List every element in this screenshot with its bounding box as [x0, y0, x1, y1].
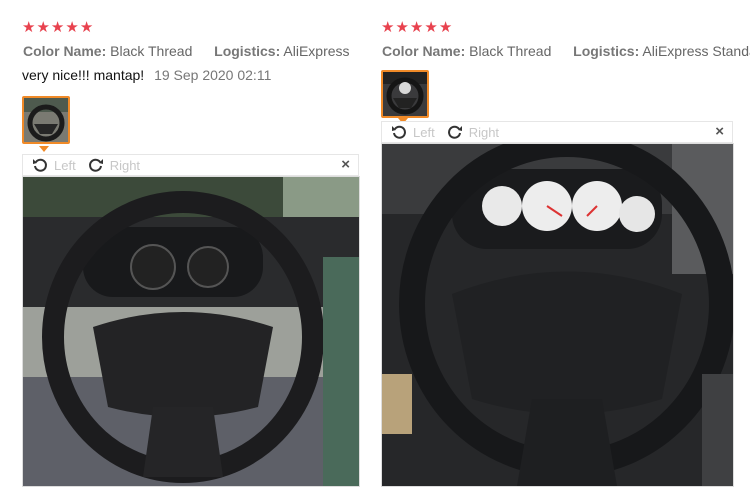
logistics-value: AliExpress	[283, 43, 350, 59]
image-viewer-toolbar: Left Right ×	[22, 154, 359, 176]
review-photo-large	[22, 176, 360, 487]
review-date: 19 Sep 2020 02:11	[154, 67, 272, 83]
rating-stars: ★ ★ ★ ★ ★	[381, 20, 452, 35]
review-photo-thumbnail[interactable]	[381, 70, 429, 118]
rotate-left-label: Left	[413, 124, 435, 140]
review-meta: Color Name: Black Thread Logistics: AliE…	[23, 43, 350, 59]
review-meta: Color Name: Black Thread Logistics: AliE…	[382, 43, 750, 59]
star-icon: ★	[36, 19, 50, 36]
review-photo-thumbnail[interactable]	[22, 96, 70, 144]
logistics-key: Logistics:	[573, 43, 640, 59]
rotate-left-label: Left	[54, 157, 76, 173]
star-icon: ★	[438, 19, 453, 36]
thumbnail-pointer	[39, 146, 49, 152]
star-icon: ★	[79, 19, 94, 36]
logistics-key: Logistics:	[214, 43, 281, 59]
rotate-right-icon	[447, 125, 462, 139]
logistics-value: AliExpress Standard	[642, 43, 750, 59]
star-icon: ★	[395, 19, 409, 36]
rotate-right-icon	[88, 158, 103, 172]
rotate-left-button[interactable]: Left	[391, 124, 435, 140]
rating-stars: ★ ★ ★ ★ ★	[22, 20, 93, 35]
color-name-value: Black Thread	[110, 43, 193, 59]
color-name-key: Color Name:	[23, 43, 107, 59]
star-icon: ★	[22, 19, 36, 36]
review-comment-row: very nice!!! mantap! 19 Sep 2020 02:11	[22, 67, 271, 83]
rotate-left-icon	[392, 125, 406, 139]
review-photo-large	[381, 143, 734, 487]
star-icon: ★	[65, 19, 79, 36]
rotate-right-label: Right	[109, 157, 141, 173]
review-comment: very nice!!! mantap!	[22, 67, 145, 83]
rotate-right-button[interactable]: Right	[447, 124, 499, 140]
star-icon: ★	[409, 19, 424, 36]
rotate-left-button[interactable]: Left	[32, 157, 76, 173]
star-icon: ★	[381, 19, 395, 36]
close-icon[interactable]: ×	[715, 123, 724, 140]
star-icon: ★	[50, 19, 65, 36]
rotate-right-button[interactable]: Right	[88, 157, 140, 173]
star-icon: ★	[424, 19, 438, 36]
color-name-value: Black Thread	[469, 43, 552, 59]
close-icon[interactable]: ×	[341, 156, 350, 173]
color-name-key: Color Name:	[382, 43, 466, 59]
image-viewer-toolbar: Left Right ×	[381, 121, 733, 143]
rotate-right-label: Right	[468, 124, 500, 140]
rotate-left-icon	[33, 158, 47, 172]
